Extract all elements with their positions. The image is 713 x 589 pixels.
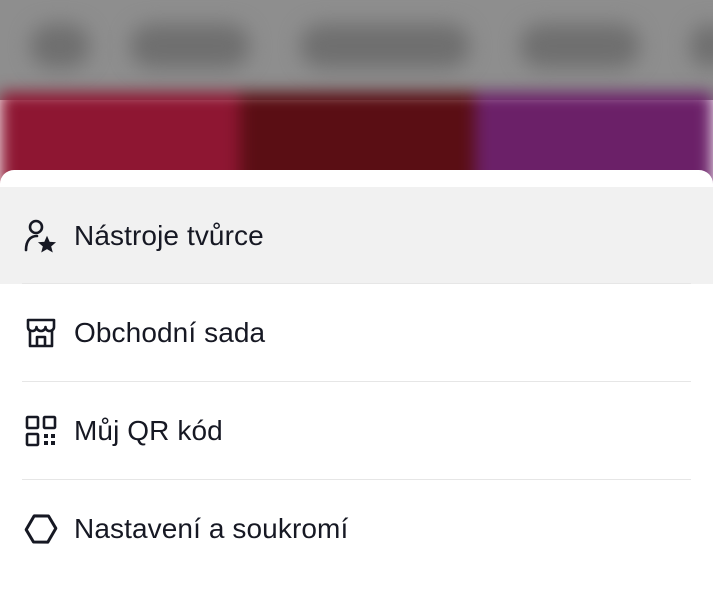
- storefront-icon: [22, 314, 60, 352]
- qr-code-icon: [22, 412, 60, 450]
- creator-tools-icon: [22, 217, 60, 255]
- menu-item-creator-tools[interactable]: Nástroje tvůrce: [0, 187, 713, 284]
- menu-item-label: Nástroje tvůrce: [74, 219, 264, 251]
- blurred-header-background: [0, 0, 713, 100]
- menu-item-my-qr-code[interactable]: Můj QR kód: [0, 382, 713, 479]
- settings-gear-icon: [22, 510, 60, 548]
- menu-item-business-suite[interactable]: Obchodní sada: [0, 284, 713, 381]
- bottom-sheet-menu: Nástroje tvůrce Obchodní sada Můj QR kód…: [0, 170, 713, 589]
- menu-item-label: Můj QR kód: [74, 414, 223, 446]
- screen: Nástroje tvůrce Obchodní sada Můj QR kód…: [0, 0, 713, 589]
- menu-item-settings-privacy[interactable]: Nastavení a soukromí: [0, 480, 713, 577]
- menu-item-label: Nastavení a soukromí: [74, 512, 349, 544]
- menu-item-label: Obchodní sada: [74, 316, 266, 348]
